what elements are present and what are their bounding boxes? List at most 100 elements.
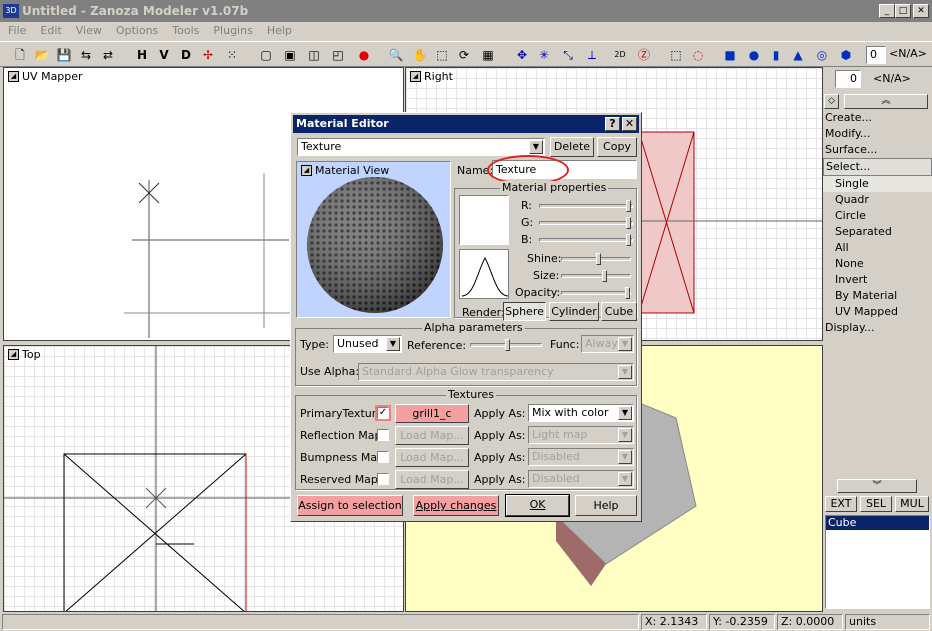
cmd-modify[interactable]: Modify... — [823, 126, 932, 142]
r-slider-thumb[interactable] — [626, 200, 631, 212]
menu-help[interactable]: Help — [267, 22, 292, 40]
tab-sel[interactable]: SEL — [860, 496, 892, 512]
new-file-icon[interactable]: 🗋 — [10, 45, 30, 65]
menu-tools[interactable]: Tools — [172, 22, 199, 40]
viewport-menu-icon[interactable]: ◢ — [410, 71, 421, 82]
bumpness-load-map-button[interactable]: Load Map... — [395, 448, 469, 467]
shine-slider-thumb[interactable] — [596, 253, 601, 265]
reflection-load-map-button[interactable]: Load Map... — [395, 426, 469, 445]
tab-ext[interactable]: EXT — [825, 496, 857, 512]
cube-edges-icon[interactable]: ◰ — [328, 45, 348, 65]
tab-mul[interactable]: MUL — [895, 496, 929, 512]
g-slider[interactable] — [539, 217, 633, 229]
size-slider[interactable] — [561, 270, 631, 282]
reserved-load-map-button[interactable]: Load Map... — [395, 470, 469, 489]
chevron-down-icon[interactable]: ▼ — [618, 472, 632, 486]
wire-cube-icon[interactable]: ▢ — [256, 45, 276, 65]
zoom-icon[interactable]: 🔍 — [386, 45, 406, 65]
select-circle[interactable]: Circle — [823, 208, 932, 224]
cone-primitive-icon[interactable]: ▲ — [788, 45, 808, 65]
z-icon[interactable]: Ⓩ — [634, 45, 654, 65]
cmd-create[interactable]: Create... — [823, 110, 932, 126]
cmd-surface[interactable]: Surface... — [823, 142, 932, 158]
object-item-cube[interactable]: Cube — [826, 516, 929, 530]
box-primitive-icon[interactable]: ■ — [720, 45, 740, 65]
shine-slider[interactable] — [561, 253, 631, 265]
viewport-menu-icon[interactable]: ◢ — [8, 71, 19, 82]
viewport-menu-icon[interactable]: ◢ — [8, 349, 19, 360]
torus-primitive-icon[interactable]: ◎ — [812, 45, 832, 65]
cylinder-primitive-icon[interactable]: ▮ — [766, 45, 786, 65]
save-icon[interactable]: 💾 — [54, 45, 74, 65]
select-all[interactable]: All — [823, 240, 932, 256]
cmd-select[interactable]: Select... — [823, 158, 932, 176]
render-icon[interactable]: ▦ — [478, 45, 498, 65]
minimize-button[interactable]: _ — [879, 4, 895, 18]
panel-spin-field[interactable]: 0 — [835, 70, 861, 88]
panel-toggle-button[interactable]: ◇ — [824, 94, 839, 109]
reflection-apply-select[interactable]: Light map ▼ — [528, 426, 634, 444]
dialog-close-button[interactable]: ✕ — [622, 117, 637, 131]
object-list[interactable]: Cube — [825, 515, 930, 609]
select-separated[interactable]: Separated — [823, 224, 932, 240]
chevron-down-icon[interactable]: ▼ — [618, 428, 632, 442]
copy-button[interactable]: Copy — [597, 137, 637, 157]
cube-icon[interactable]: ▣ — [280, 45, 300, 65]
view-h-button[interactable]: H — [132, 45, 152, 65]
export-icon[interactable]: ⇄ — [98, 45, 118, 65]
render-cube-button[interactable]: Cube — [601, 302, 637, 321]
2d-3d-icon[interactable]: 2D — [610, 45, 630, 65]
select-quadr[interactable]: Quadr — [823, 192, 932, 208]
rotate-view-icon[interactable]: ⟳ — [454, 45, 474, 65]
bumpness-apply-select[interactable]: Disabled ▼ — [528, 448, 634, 466]
select-points-icon[interactable]: ⁙ — [222, 45, 242, 65]
menu-options[interactable]: Options — [116, 22, 158, 40]
move-icon[interactable]: ✥ — [512, 45, 532, 65]
use-alpha-select[interactable]: Standard Alpha Glow transparency ▼ — [358, 363, 634, 381]
delete-button[interactable]: Delete — [550, 137, 594, 157]
opacity-slider-thumb[interactable] — [625, 287, 630, 299]
sphere-primitive-icon[interactable]: ● — [744, 45, 764, 65]
chevron-down-icon[interactable]: ▼ — [386, 337, 400, 351]
axis-icon[interactable]: ✢ — [198, 45, 218, 65]
cmd-display[interactable]: Display... — [823, 320, 932, 336]
scroll-down-button[interactable]: ︾ — [837, 479, 917, 493]
chevron-down-icon[interactable]: ▼ — [618, 337, 632, 351]
cube-faces-icon[interactable]: ◫ — [304, 45, 324, 65]
select-uv-mapped[interactable]: UV Mapped — [823, 304, 932, 320]
toolbar-spin-field[interactable]: 0 — [866, 46, 886, 64]
b-slider[interactable] — [539, 234, 633, 246]
menu-view[interactable]: View — [76, 22, 102, 40]
render-cylinder-button[interactable]: Cylinder — [549, 302, 599, 321]
view-d-button[interactable]: D — [176, 45, 196, 65]
ok-button[interactable]: OK — [505, 494, 570, 517]
reference-slider-thumb[interactable] — [505, 339, 510, 351]
chevron-down-icon[interactable]: ▼ — [618, 450, 632, 464]
select-none[interactable]: None — [823, 256, 932, 272]
r-slider[interactable] — [539, 200, 633, 212]
alpha-type-select[interactable]: Unused ▼ — [333, 335, 402, 353]
menu-edit[interactable]: Edit — [40, 22, 61, 40]
primary-texture-button[interactable]: grill1_c — [395, 404, 469, 423]
reference-slider[interactable] — [470, 339, 542, 351]
render-sphere-button[interactable]: Sphere — [503, 302, 546, 321]
chevron-down-icon[interactable]: ▼ — [618, 406, 632, 420]
menu-file[interactable]: File — [8, 22, 26, 40]
scroll-up-button[interactable]: ︽ — [844, 94, 928, 109]
reserved-map-checkbox[interactable] — [377, 473, 389, 485]
help-button[interactable]: Help — [575, 495, 637, 516]
geosphere-primitive-icon[interactable]: ⬢ — [836, 45, 856, 65]
chevron-down-icon[interactable]: ▼ — [618, 365, 632, 379]
color-swatch[interactable] — [459, 195, 509, 245]
select-by-material[interactable]: By Material — [823, 288, 932, 304]
select-invert[interactable]: Invert — [823, 272, 932, 288]
red-sphere-icon[interactable]: ● — [354, 45, 374, 65]
app-icon[interactable]: 3D — [3, 4, 19, 18]
primary-texture-checkbox[interactable]: ✓ — [377, 407, 389, 419]
select-rect-icon[interactable]: ⬚ — [666, 45, 686, 65]
maximize-button[interactable]: □ — [895, 4, 911, 18]
bumpness-map-checkbox[interactable] — [377, 451, 389, 463]
chevron-down-icon[interactable]: ▼ — [529, 140, 543, 154]
open-file-icon[interactable]: 📂 — [32, 45, 52, 65]
dialog-help-button[interactable]: ? — [605, 117, 620, 131]
